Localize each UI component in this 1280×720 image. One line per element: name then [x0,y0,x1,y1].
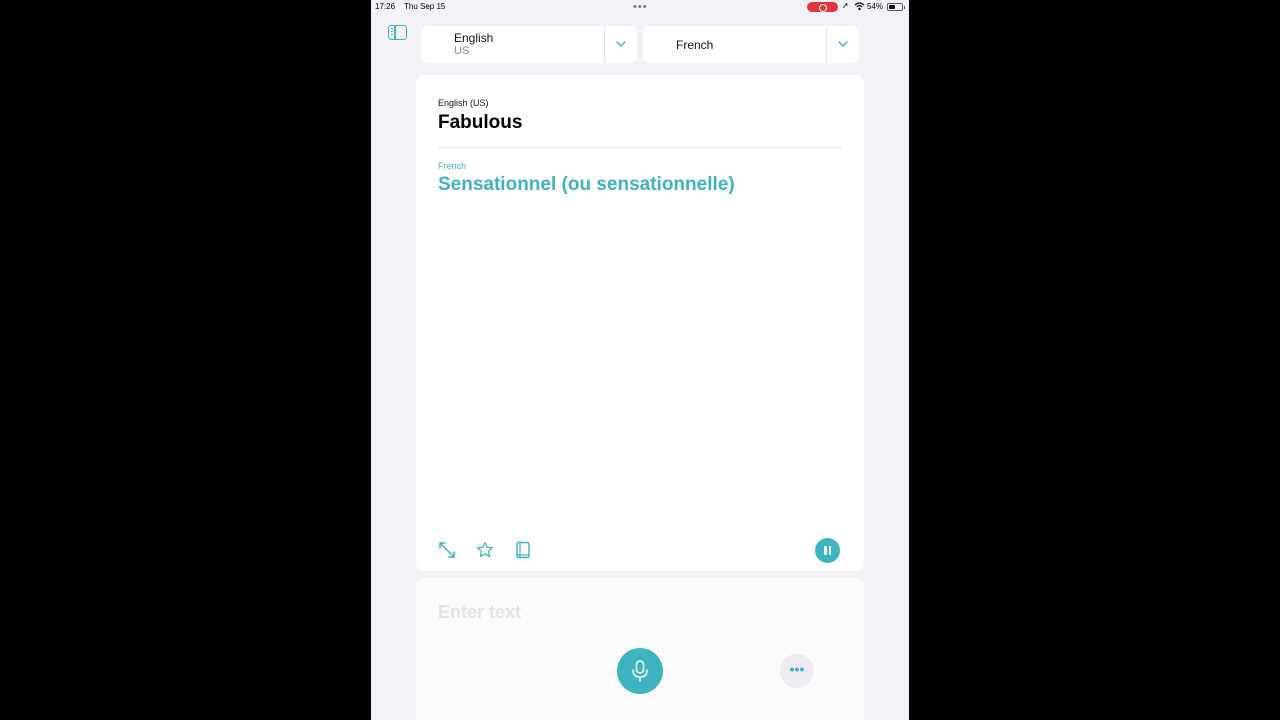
status-bar: 17:26 Thu Sep 15 ••• ➚ 54% [371,0,909,14]
status-time: 17:26 [375,2,396,11]
multitasking-dots[interactable]: ••• [633,0,648,14]
more-icon[interactable]: ••• [780,654,814,688]
status-date: Thu Sep 15 [404,2,446,11]
source-language-region: US [454,45,470,57]
source-language-label: English (US) [438,98,489,108]
divider [438,147,842,148]
target-language-label: French [438,161,467,171]
chevron-down-icon[interactable] [837,38,849,50]
source-text[interactable]: Fabulous [438,112,522,134]
pause-icon[interactable] [815,538,840,563]
target-language-name: French [676,38,714,52]
target-language-selector[interactable]: French [643,26,859,63]
translated-text[interactable]: Sensationnel (ou sensationnelle) [438,174,735,196]
translation-card: English (US) Fabulous French Sensationne… [416,75,864,571]
sidebar-icon[interactable] [388,25,407,40]
book-icon[interactable] [514,541,532,559]
expand-icon[interactable] [438,541,456,559]
chevron-down-icon[interactable] [615,38,627,50]
source-language-name: English [454,31,494,45]
screen-recording-icon [807,2,838,12]
microphone-button[interactable] [617,648,663,694]
microphone-icon [632,660,648,682]
wifi-icon [854,2,865,11]
battery-fill [889,5,896,9]
battery-percent: 54% [867,2,884,11]
text-input[interactable]: Enter text [438,602,521,623]
battery-icon [887,3,905,11]
input-card[interactable]: Enter text ••• [416,578,864,720]
source-language-selector[interactable]: English US [421,26,637,63]
divider [826,26,827,63]
app-screen: 17:26 Thu Sep 15 ••• ➚ 54% English US Fr… [371,0,909,720]
star-icon[interactable] [476,541,494,559]
location-icon: ➚ [842,1,849,10]
divider [604,26,605,63]
